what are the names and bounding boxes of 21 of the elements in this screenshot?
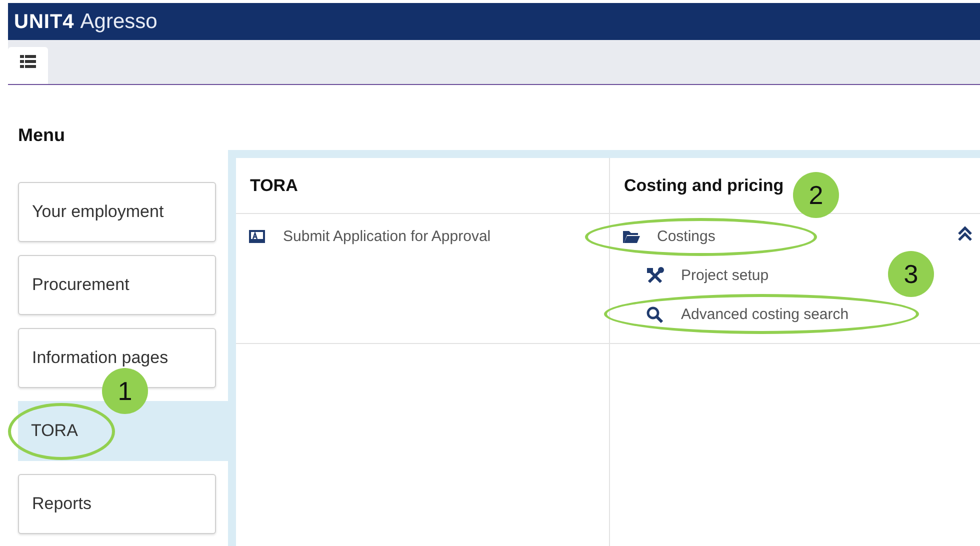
callout-number: 2 — [793, 172, 839, 218]
menu-link[interactable]: Project setup — [681, 267, 769, 284]
form-icon — [248, 228, 266, 246]
search-icon — [646, 306, 664, 324]
menu-tab[interactable] — [8, 47, 48, 84]
logo-text: UNIT4 — [14, 10, 74, 34]
menu-link[interactable]: Costings — [657, 228, 716, 245]
menu-link[interactable]: Advanced costing search — [681, 306, 849, 323]
collapse-icon[interactable] — [957, 226, 973, 242]
menu-item[interactable]: TORA — [18, 401, 228, 461]
column-title: TORA — [250, 176, 298, 196]
product-name: Agresso — [80, 10, 158, 34]
tools-icon — [646, 266, 664, 284]
menu-item[interactable]: Your employment — [18, 182, 216, 242]
menu-title: Menu — [18, 125, 66, 147]
menu-link[interactable]: Submit Application for Approval — [283, 228, 491, 245]
list-icon — [20, 54, 36, 68]
column-title: Costing and pricing — [624, 176, 784, 196]
menu-item[interactable]: Procurement — [18, 255, 216, 315]
menu-item[interactable]: Reports — [18, 474, 216, 534]
callout-number: 3 — [888, 251, 934, 297]
